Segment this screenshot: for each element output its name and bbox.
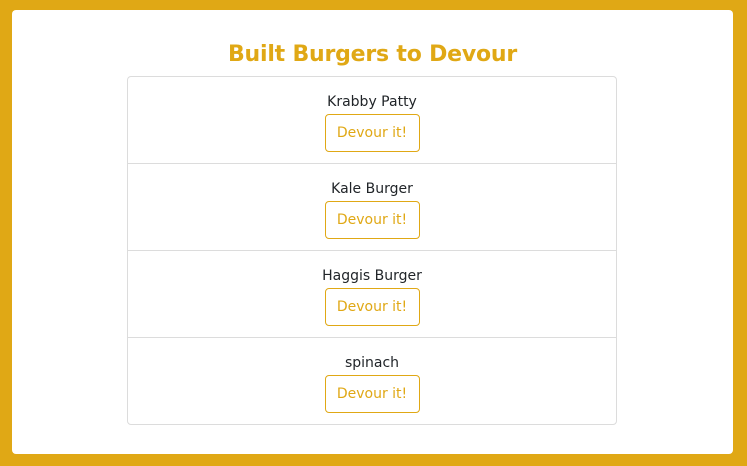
list-item: Kale Burger Devour it! xyxy=(128,164,616,251)
burger-name: spinach xyxy=(344,355,400,371)
devour-button[interactable]: Devour it! xyxy=(324,375,420,413)
burger-name: Krabby Patty xyxy=(327,94,417,110)
burger-list: Krabby Patty Devour it! Kale Burger Devo… xyxy=(127,76,617,425)
list-item: spinach Devour it! xyxy=(128,338,616,424)
list-item: Krabby Patty Devour it! xyxy=(128,77,616,164)
devour-button[interactable]: Devour it! xyxy=(324,201,420,239)
page-title: Built Burgers to Devour xyxy=(227,42,518,67)
burger-name: Kale Burger xyxy=(331,181,413,197)
list-item: Haggis Burger Devour it! xyxy=(128,251,616,338)
burger-name: Haggis Burger xyxy=(322,268,422,284)
devour-button[interactable]: Devour it! xyxy=(324,288,420,326)
devour-button[interactable]: Devour it! xyxy=(324,114,420,152)
main-card: Built Burgers to Devour Krabby Patty Dev… xyxy=(12,10,733,454)
